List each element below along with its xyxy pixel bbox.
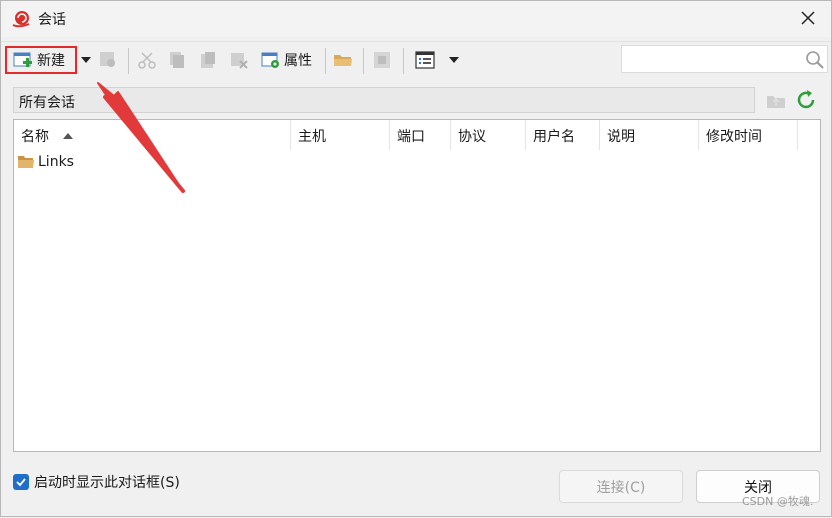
cut-icon — [138, 52, 156, 69]
column-header-protocol[interactable]: 协议 — [451, 120, 526, 150]
search-icon — [806, 51, 824, 69]
column-header-label: 说明 — [607, 129, 635, 145]
show-on-startup-checkbox[interactable] — [13, 474, 29, 490]
watermark: CSDN @牧魂. — [742, 495, 814, 508]
shortcut-button[interactable] — [372, 46, 392, 74]
folder-icon — [18, 156, 34, 168]
snail-app-icon — [12, 11, 30, 28]
session-list: 名称 主机 端口 协议 用户名 说明 修改时间 Links — [13, 119, 821, 452]
toolbar-separator — [363, 48, 364, 74]
checkmark-icon — [16, 478, 26, 487]
paste-icon — [201, 52, 215, 68]
copy-icon — [170, 52, 184, 68]
properties-icon — [261, 52, 279, 68]
show-on-startup-label: 启动时显示此对话框(S) — [34, 475, 180, 491]
list-item-label: Links — [38, 154, 74, 170]
toolbar-separator — [325, 48, 326, 74]
quick-connect-icon — [100, 52, 115, 67]
column-header-label: 协议 — [458, 129, 486, 145]
window-title: 会话 — [38, 12, 66, 28]
column-header-modified-time[interactable]: 修改时间 — [699, 120, 798, 150]
shortcut-icon — [374, 52, 390, 68]
delete-button[interactable] — [229, 46, 249, 74]
list-view-icon — [415, 51, 435, 69]
folder-icon — [334, 55, 352, 66]
show-on-startup[interactable]: 启动时显示此对话框(S) — [13, 472, 180, 492]
new-button-label: 新建 — [37, 53, 65, 69]
new-dropdown-arrow[interactable] — [81, 46, 93, 74]
title-bar: 会话 — [1, 1, 831, 37]
view-dropdown-arrow[interactable] — [449, 46, 461, 74]
search-input[interactable] — [621, 45, 828, 73]
refresh-icon[interactable] — [795, 89, 817, 111]
column-header-host[interactable]: 主机 — [291, 120, 390, 150]
path-bar: 所有会话 — [13, 87, 755, 113]
properties-button[interactable]: 属性 — [261, 46, 312, 74]
new-folder-button[interactable] — [333, 46, 353, 74]
view-button[interactable] — [415, 46, 435, 74]
column-header-label: 用户名 — [533, 129, 575, 145]
close-icon[interactable] — [797, 7, 819, 29]
new-session-button[interactable]: 新建 — [5, 46, 77, 74]
column-header-label: 主机 — [298, 129, 326, 145]
delete-icon — [231, 53, 248, 69]
toolbar-separator — [128, 48, 129, 74]
cut-button[interactable] — [137, 46, 157, 74]
quick-connect-button[interactable] — [98, 46, 118, 74]
list-item[interactable]: Links — [18, 152, 74, 172]
connect-button[interactable]: 连接(C) — [559, 470, 683, 503]
column-header-name[interactable]: 名称 — [14, 120, 291, 150]
column-header-description[interactable]: 说明 — [600, 120, 699, 150]
toolbar-separator — [403, 48, 404, 74]
properties-button-label: 属性 — [284, 53, 312, 69]
list-header: 名称 主机 端口 协议 用户名 说明 修改时间 — [14, 120, 820, 150]
column-header-username[interactable]: 用户名 — [526, 120, 600, 150]
up-folder-icon[interactable] — [765, 90, 787, 112]
copy-button[interactable] — [167, 46, 187, 74]
sort-ascending-icon — [63, 133, 73, 139]
paste-button[interactable] — [198, 46, 218, 74]
column-header-label: 端口 — [397, 129, 425, 145]
column-header-port[interactable]: 端口 — [390, 120, 451, 150]
session-dialog: 会话 新建 属性 所有会话 名称 主机 端口 协议 用户名 说明 修改时间 Li… — [0, 0, 832, 517]
new-session-icon — [13, 52, 32, 67]
chevron-down-icon — [449, 57, 459, 63]
chevron-down-icon — [81, 57, 91, 63]
column-header-label: 修改时间 — [706, 129, 762, 145]
column-header-label: 名称 — [21, 129, 49, 145]
